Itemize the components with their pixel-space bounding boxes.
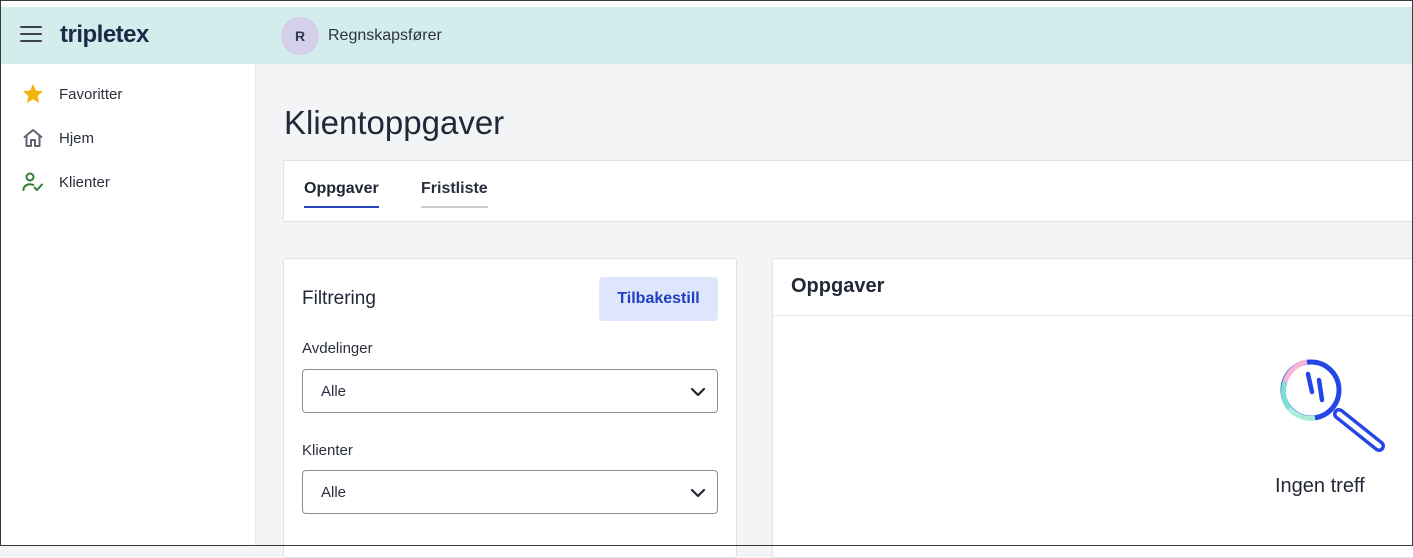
sidebar-item-label: Favoritter xyxy=(59,85,123,103)
tasks-header: Oppgaver xyxy=(773,259,1413,316)
filter-panel: Filtrering Tilbakestill Avdelinger Alle … xyxy=(283,258,737,558)
hamburger-menu-icon[interactable] xyxy=(20,26,42,44)
sidebar-item-klienter[interactable]: Klienter xyxy=(20,168,110,196)
sidebar-item-label: Hjem xyxy=(59,129,95,147)
tab-oppgaver[interactable]: Oppgaver xyxy=(304,180,379,208)
tab-bar: Oppgaver Fristliste xyxy=(283,160,1413,222)
reset-button[interactable]: Tilbakestill xyxy=(599,277,718,321)
main-content: Klientoppgaver Oppgaver Fristliste Filtr… xyxy=(256,64,1413,558)
filter-heading: Filtrering xyxy=(302,288,376,309)
top-bar: tripletex R Regnskapsfører xyxy=(0,0,1413,64)
tab-fristliste[interactable]: Fristliste xyxy=(421,180,488,208)
user-role-label[interactable]: Regnskapsfører xyxy=(328,27,442,45)
chevron-down-icon xyxy=(690,488,706,498)
clients-label: Klienter xyxy=(302,442,353,459)
tripletex-logo[interactable]: tripletex xyxy=(60,21,149,49)
tasks-panel: Oppgaver Ingen treff xyxy=(772,258,1413,558)
magnifier-icon xyxy=(1280,359,1385,452)
empty-state-text: Ingen treff xyxy=(1275,475,1365,497)
home-icon xyxy=(20,125,46,151)
sidebar: Favoritter Hjem Klienter xyxy=(0,64,256,546)
client-check-icon xyxy=(20,169,46,195)
departments-label: Avdelinger xyxy=(302,340,373,357)
page-title: Klientoppgaver xyxy=(284,104,505,141)
avatar[interactable]: R xyxy=(281,17,319,55)
departments-select-value: Alle xyxy=(321,383,347,400)
clients-select[interactable]: Alle xyxy=(302,470,718,514)
sidebar-item-favoritter[interactable]: Favoritter xyxy=(20,80,122,108)
sidebar-item-hjem[interactable]: Hjem xyxy=(20,124,94,152)
sidebar-item-label: Klienter xyxy=(59,173,110,191)
departments-select[interactable]: Alle xyxy=(302,369,718,413)
chevron-down-icon xyxy=(690,387,706,397)
tasks-heading: Oppgaver xyxy=(791,275,885,297)
clients-select-value: Alle xyxy=(321,484,347,501)
star-icon xyxy=(20,81,46,107)
